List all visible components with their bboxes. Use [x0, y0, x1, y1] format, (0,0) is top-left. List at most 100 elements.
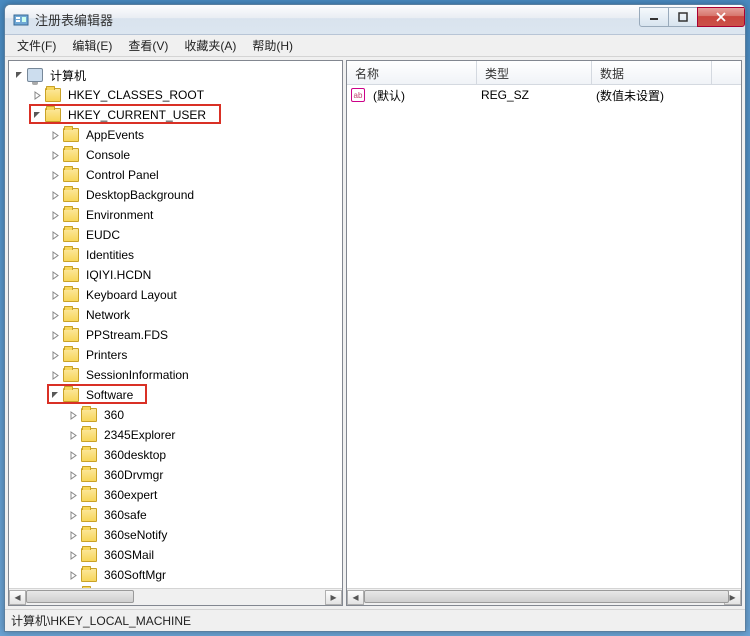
tree-label: IQIYI.HCDN — [83, 267, 154, 283]
column-data[interactable]: 数据 — [592, 61, 712, 84]
tree-node-appevents[interactable]: AppEvents — [9, 125, 342, 145]
expand-icon[interactable] — [67, 409, 79, 421]
expand-icon[interactable] — [49, 249, 61, 261]
tree-label: 360SMail — [101, 547, 157, 563]
folder-icon — [63, 248, 79, 262]
computer-icon — [27, 68, 43, 82]
tree-node-sessioninfo[interactable]: SessionInformation — [9, 365, 342, 385]
tree-label: Keyboard Layout — [83, 287, 180, 303]
tree-node-desktopbackground[interactable]: DesktopBackground — [9, 185, 342, 205]
value-row[interactable]: ab(默认)REG_SZ(数值未设置) — [347, 85, 741, 105]
expand-icon[interactable] — [49, 189, 61, 201]
tree-hscrollbar[interactable]: ◂ ▸ — [9, 588, 342, 605]
folder-icon — [63, 288, 79, 302]
tree-node-console[interactable]: Console — [9, 145, 342, 165]
collapse-icon[interactable] — [49, 389, 61, 401]
tree-label: DesktopBackground — [83, 187, 197, 203]
close-button[interactable] — [697, 7, 745, 27]
tree-node-360wallpaper[interactable]: 360WallPaper — [9, 585, 342, 588]
folder-icon — [81, 448, 97, 462]
tree-node-computer[interactable]: 计算机 — [9, 65, 342, 85]
tree-panel: 计算机HKEY_CLASSES_ROOTHKEY_CURRENT_USER App… — [8, 60, 343, 606]
expand-icon[interactable] — [49, 149, 61, 161]
expand-icon[interactable] — [31, 89, 43, 101]
column-name[interactable]: 名称 — [347, 61, 477, 84]
tree-node-software[interactable]: Software — [9, 385, 342, 405]
tree-node-360safe[interactable]: 360safe — [9, 505, 342, 525]
scroll-left-button[interactable]: ◂ — [9, 590, 26, 605]
values-list[interactable]: ab(默认)REG_SZ(数值未设置) — [347, 85, 741, 588]
expand-icon[interactable] — [49, 349, 61, 361]
expand-icon[interactable] — [67, 549, 79, 561]
tree-node-eudc[interactable]: EUDC — [9, 225, 342, 245]
tree-node-keyboard[interactable]: Keyboard Layout — [9, 285, 342, 305]
expand-icon[interactable] — [67, 469, 79, 481]
expand-icon[interactable] — [67, 429, 79, 441]
expand-icon[interactable] — [49, 369, 61, 381]
expand-icon[interactable] — [67, 489, 79, 501]
tree-node-360expert[interactable]: 360expert — [9, 485, 342, 505]
expand-icon[interactable] — [67, 509, 79, 521]
title-bar[interactable]: 注册表编辑器 — [5, 5, 745, 35]
tree-node-controlpanel[interactable]: Control Panel — [9, 165, 342, 185]
folder-icon — [81, 428, 97, 442]
tree-node-hkcu[interactable]: HKEY_CURRENT_USER — [9, 105, 342, 125]
tree-node-360desktop[interactable]: 360desktop — [9, 445, 342, 465]
tree-label: EUDC — [83, 227, 123, 243]
cell-data: (数值未设置) — [592, 87, 712, 104]
tree-label: Identities — [83, 247, 137, 263]
values-scroll-thumb[interactable] — [364, 590, 729, 603]
column-type[interactable]: 类型 — [477, 61, 592, 84]
menu-view[interactable]: 查看(V) — [120, 35, 176, 56]
menu-favorites[interactable]: 收藏夹(A) — [176, 35, 244, 56]
app-icon — [13, 12, 29, 28]
folder-icon — [63, 348, 79, 362]
tree-label: 360expert — [101, 487, 160, 503]
expand-icon[interactable] — [49, 309, 61, 321]
cell-name: (默认) — [369, 87, 477, 104]
expand-icon[interactable] — [49, 289, 61, 301]
expand-icon[interactable] — [49, 209, 61, 221]
tree-node-iqiyi[interactable]: IQIYI.HCDN — [9, 265, 342, 285]
tree-label: Network — [83, 307, 133, 323]
collapse-icon[interactable] — [31, 109, 43, 121]
folder-icon — [45, 88, 61, 102]
tree-node-network[interactable]: Network — [9, 305, 342, 325]
tree-label: AppEvents — [83, 127, 147, 143]
expand-icon[interactable] — [49, 169, 61, 181]
tree-node-360smail[interactable]: 360SMail — [9, 545, 342, 565]
expand-icon[interactable] — [67, 449, 79, 461]
maximize-button[interactable] — [668, 7, 698, 27]
tree-label: Environment — [83, 207, 156, 223]
registry-tree[interactable]: 计算机HKEY_CLASSES_ROOTHKEY_CURRENT_USER App… — [9, 61, 342, 588]
expand-icon[interactable] — [49, 229, 61, 241]
tree-node-360[interactable]: 360 — [9, 405, 342, 425]
expand-icon[interactable] — [49, 329, 61, 341]
collapse-icon[interactable] — [13, 69, 25, 81]
tree-node-environment[interactable]: Environment — [9, 205, 342, 225]
tree-node-360softmgr[interactable]: 360SoftMgr — [9, 565, 342, 585]
expand-icon[interactable] — [49, 269, 61, 281]
cell-type: REG_SZ — [477, 88, 592, 102]
scroll-left-button[interactable]: ◂ — [347, 590, 364, 605]
menu-edit[interactable]: 编辑(E) — [64, 35, 120, 56]
tree-node-2345explorer[interactable]: 2345Explorer — [9, 425, 342, 445]
tree-node-ppstream[interactable]: PPStream.FDS — [9, 325, 342, 345]
tree-node-360senotify[interactable]: 360seNotify — [9, 525, 342, 545]
tree-node-identities[interactable]: Identities — [9, 245, 342, 265]
tree-node-360drvmgr[interactable]: 360Drvmgr — [9, 465, 342, 485]
menu-file[interactable]: 文件(F) — [9, 35, 64, 56]
tree-node-hkcr[interactable]: HKEY_CLASSES_ROOT — [9, 85, 342, 105]
menu-help[interactable]: 帮助(H) — [244, 35, 301, 56]
scroll-right-button[interactable]: ▸ — [325, 590, 342, 605]
expand-icon[interactable] — [67, 569, 79, 581]
tree-node-printers[interactable]: Printers — [9, 345, 342, 365]
tree-scroll-thumb[interactable] — [26, 590, 134, 603]
expand-icon[interactable] — [67, 529, 79, 541]
tree-label: 360safe — [101, 507, 150, 523]
minimize-button[interactable] — [639, 7, 669, 27]
tree-label: 360desktop — [101, 447, 169, 463]
values-panel: 名称 类型 数据 ab(默认)REG_SZ(数值未设置) ◂ ▸ — [346, 60, 742, 606]
expand-icon[interactable] — [49, 129, 61, 141]
values-hscrollbar[interactable]: ◂ ▸ — [347, 588, 741, 605]
